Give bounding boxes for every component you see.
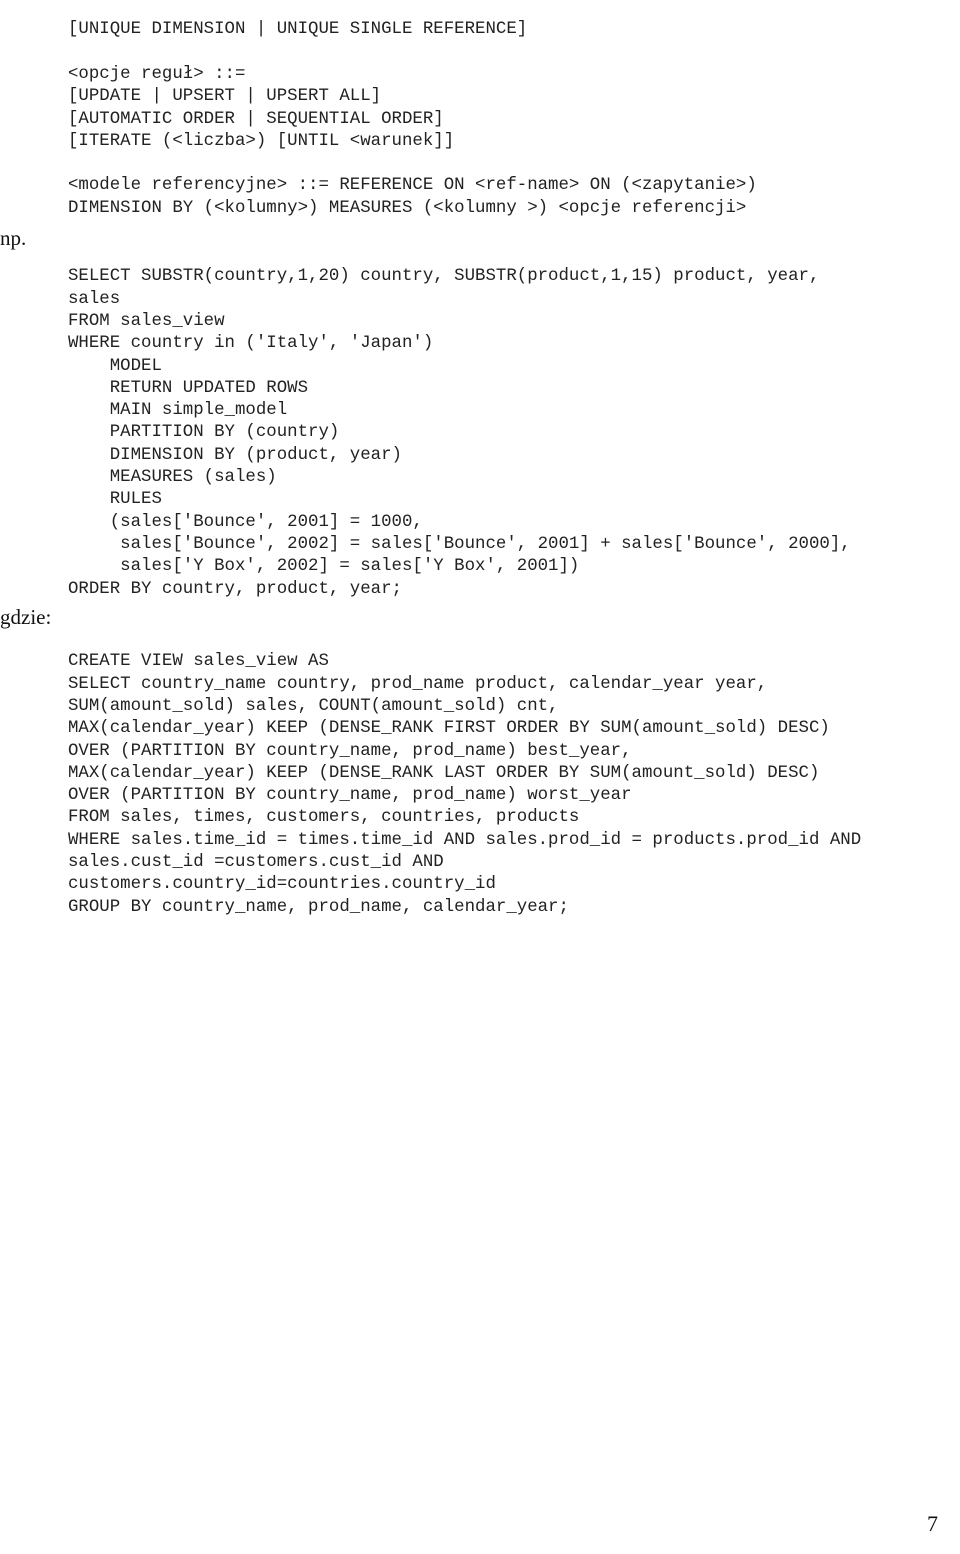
code-line: ORDER BY country, product, year; <box>68 579 402 599</box>
code-line: <opcje reguł> ::= <box>68 64 246 84</box>
code-line: <modele referencyjne> ::= REFERENCE ON <… <box>68 176 757 196</box>
margin-label-example: np. <box>0 226 27 250</box>
code-line: sales.cust_id =customers.cust_id AND <box>68 853 444 873</box>
code-line: MAX(calendar_year) KEEP (DENSE_RANK FIRS… <box>68 719 830 739</box>
create-view-code-block: CREATE VIEW sales_view AS SELECT country_… <box>68 651 861 919</box>
code-line: SUM(amount_sold) sales, COUNT(amount_sol… <box>68 696 559 716</box>
code-line: PARTITION BY (country) <box>68 423 340 443</box>
code-line: RULES <box>68 490 162 510</box>
code-line: [UNIQUE DIMENSION | UNIQUE SINGLE REFERE… <box>68 20 528 40</box>
model-select-example-code-block: SELECT SUBSTR(country,1,20) country, SUB… <box>68 266 851 600</box>
code-line: customers.country_id=countries.country_i… <box>68 875 496 895</box>
code-line: RETURN UPDATED ROWS <box>68 378 309 398</box>
code-line: sales['Bounce', 2002] = sales['Bounce', … <box>68 534 851 554</box>
code-line: MEASURES (sales) <box>68 468 277 488</box>
code-line: OVER (PARTITION BY country_name, prod_na… <box>68 786 632 806</box>
code-line: [AUTOMATIC ORDER | SEQUENTIAL ORDER] <box>68 109 444 129</box>
code-line: sales['Y Box', 2002] = sales['Y Box', 20… <box>68 557 580 577</box>
code-line: DIMENSION BY (<kolumny>) MEASURES (<kolu… <box>68 198 747 218</box>
code-line: sales <box>68 289 121 309</box>
code-line: MODEL <box>68 356 162 376</box>
code-line: MAIN simple_model <box>68 401 288 421</box>
code-line: SELECT country_name country, prod_name p… <box>68 674 768 694</box>
model-grammar-code-block: [UNIQUE DIMENSION | UNIQUE SINGLE REFERE… <box>68 19 757 220</box>
code-line: GROUP BY country_name, prod_name, calend… <box>68 897 569 917</box>
code-line: DIMENSION BY (product, year) <box>68 445 402 465</box>
code-line: WHERE sales.time_id = times.time_id AND … <box>68 830 862 850</box>
code-line: WHERE country in ('Italy', 'Japan') <box>68 334 434 354</box>
code-line: FROM sales_view <box>68 311 225 331</box>
code-line: [UPDATE | UPSERT | UPSERT ALL] <box>68 87 382 107</box>
code-line: [ITERATE (<liczba>) [UNTIL <warunek]] <box>68 131 455 151</box>
code-line: SELECT SUBSTR(country,1,20) country, SUB… <box>68 267 820 287</box>
code-line: CREATE VIEW sales_view AS <box>68 652 329 672</box>
margin-label-where: gdzie: <box>0 605 52 629</box>
code-line: MAX(calendar_year) KEEP (DENSE_RANK LAST… <box>68 763 820 783</box>
code-line: (sales['Bounce', 2001] = 1000, <box>68 512 423 532</box>
document-page: [UNIQUE DIMENSION | UNIQUE SINGLE REFERE… <box>0 0 960 1554</box>
code-line: OVER (PARTITION BY country_name, prod_na… <box>68 741 632 761</box>
page-number: 7 <box>927 1511 938 1536</box>
code-line: FROM sales, times, customers, countries,… <box>68 808 580 828</box>
